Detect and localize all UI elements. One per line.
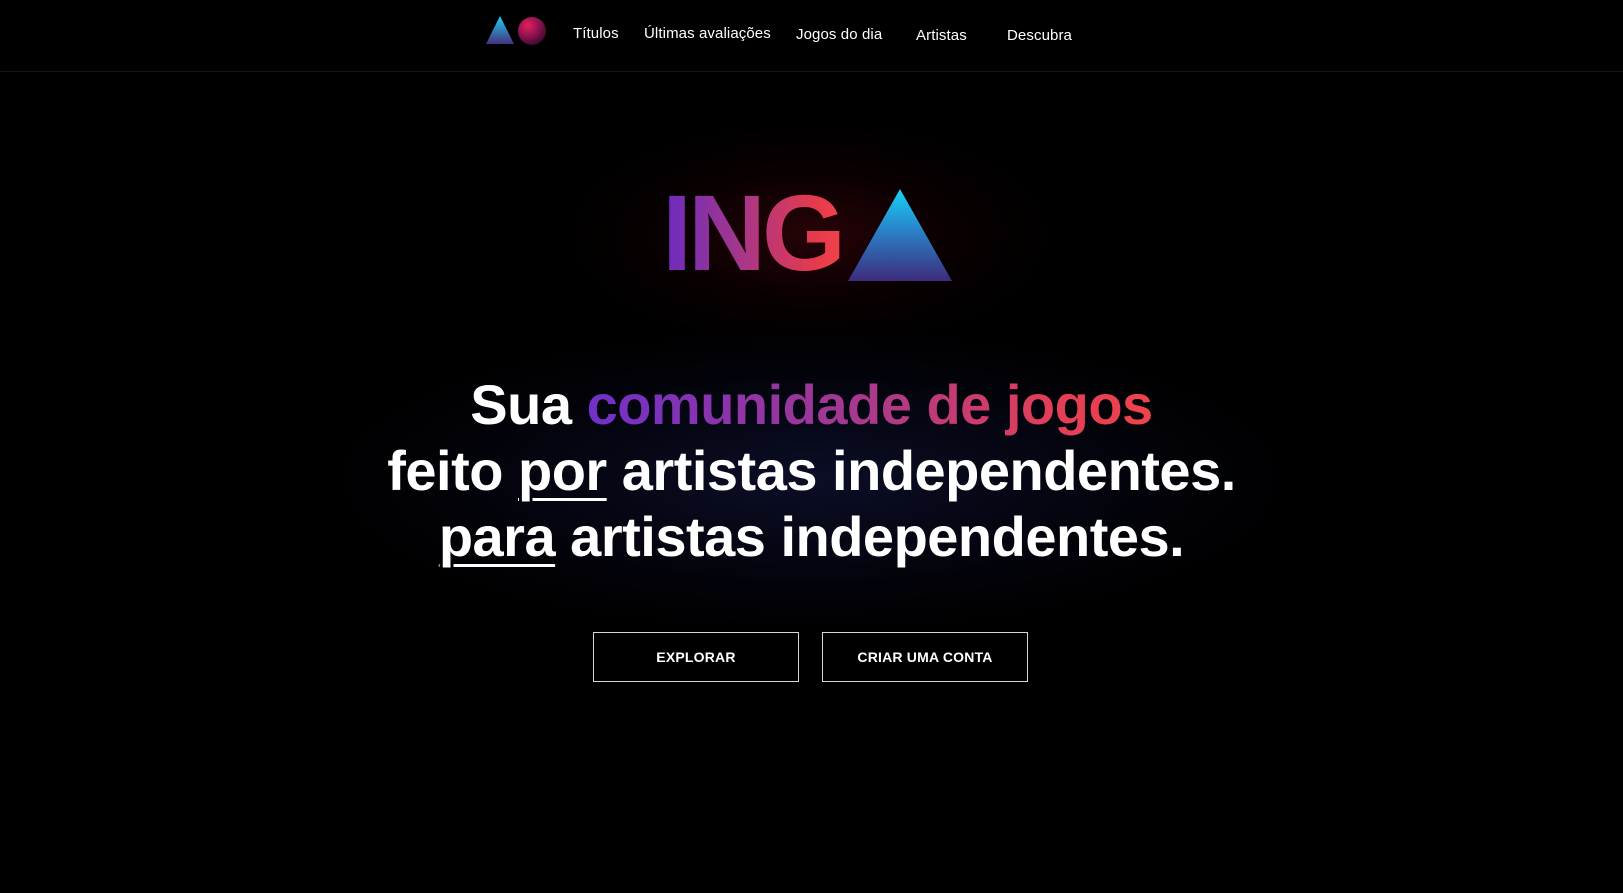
hero-underlined-para: para <box>438 505 556 568</box>
hero-underlined-por: por <box>517 439 607 502</box>
nav-link-artistas[interactable]: Artistas <box>916 27 967 44</box>
nav-link-titulos[interactable]: Títulos <box>573 25 619 42</box>
hero-highlight-text: comunidade de jogos <box>586 373 1154 436</box>
explore-button[interactable]: EXPLORAR <box>593 632 799 682</box>
nav-link-ultimas-avaliacoes[interactable]: Últimas avaliações <box>644 25 771 42</box>
logo-icon[interactable] <box>486 15 548 47</box>
nav-link-jogos-do-dia[interactable]: Jogos do dia <box>796 26 882 43</box>
hero-line-3: para artistas independentes. <box>0 504 1623 570</box>
create-account-button[interactable]: CRIAR UMA CONTA <box>822 632 1028 682</box>
hero-line-2-prefix: feito <box>387 439 518 502</box>
hero-line-1: Sua comunidade de jogos <box>0 372 1623 438</box>
page: Títulos Últimas avaliações Jogos do dia … <box>0 0 1623 893</box>
hero-line-3-suffix: artistas independentes. <box>555 505 1185 568</box>
brand-logo: ING <box>662 172 962 293</box>
hero-line-2: feito por artistas independentes. <box>0 438 1623 504</box>
top-navigation-bar: Títulos Últimas avaliações Jogos do dia … <box>0 0 1623 72</box>
triangle-icon <box>848 189 952 281</box>
brand-wordmark: ING <box>662 172 846 293</box>
hero-headline: Sua comunidade de jogos feito por artist… <box>0 372 1623 570</box>
nav-link-descubra[interactable]: Descubra <box>1007 27 1072 44</box>
hero-line-2-suffix: artistas independentes. <box>606 439 1237 502</box>
hero-line-1-prefix: Sua <box>470 373 587 436</box>
